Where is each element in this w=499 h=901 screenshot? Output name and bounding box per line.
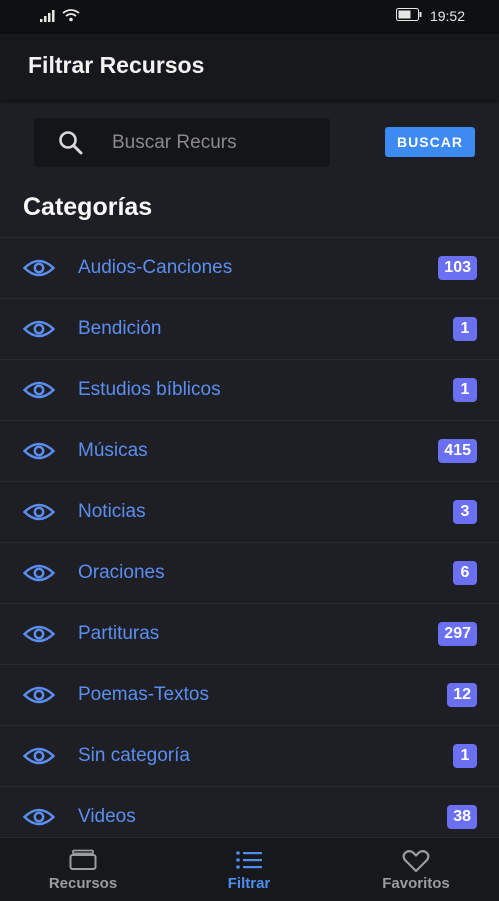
category-row[interactable]: Poemas-Textos 12 — [0, 664, 499, 725]
category-row[interactable]: Músicas 415 — [0, 420, 499, 481]
bottom-nav: Recursos Filtrar Favoritos — [0, 837, 499, 901]
count-badge: 1 — [453, 744, 477, 768]
nav-label: Filtrar — [227, 875, 271, 892]
app-bar: Filtrar Recursos — [0, 34, 499, 100]
eye-icon[interactable] — [22, 807, 56, 832]
category-row[interactable]: Estudios bíblicos 1 — [0, 359, 499, 420]
eye-icon[interactable] — [22, 380, 56, 405]
eye-icon[interactable] — [22, 563, 56, 588]
category-label[interactable]: Oraciones — [78, 562, 165, 584]
eye-icon[interactable] — [22, 746, 56, 771]
eye-icon[interactable] — [22, 319, 56, 344]
wifi-icon — [62, 9, 80, 25]
category-label[interactable]: Audios-Canciones — [78, 257, 232, 279]
status-bar: 19:52 — [0, 0, 499, 34]
count-badge: 1 — [453, 317, 477, 341]
search-button[interactable]: BUSCAR — [385, 127, 475, 157]
category-label[interactable]: Videos — [78, 806, 136, 828]
status-icons-left — [40, 9, 80, 25]
nav-item-recursos[interactable]: Recursos — [0, 838, 166, 901]
categories-title: Categorías — [23, 193, 153, 221]
list-icon — [235, 849, 263, 876]
category-list: Audios-Canciones 103 Bendición 1 Estudio… — [0, 237, 499, 847]
search-icon — [58, 130, 84, 161]
battery-icon — [395, 8, 422, 24]
signal-icon — [40, 9, 56, 25]
eye-icon[interactable] — [22, 258, 56, 283]
nav-item-filtrar[interactable]: Filtrar — [166, 838, 332, 901]
nav-label: Favoritos — [382, 875, 450, 892]
nav-item-favoritos[interactable]: Favoritos — [333, 838, 499, 901]
category-label[interactable]: Noticias — [78, 501, 146, 523]
eye-icon[interactable] — [22, 685, 56, 710]
count-badge: 38 — [447, 805, 477, 829]
category-row[interactable]: Audios-Canciones 103 — [0, 237, 499, 298]
category-row[interactable]: Bendición 1 — [0, 298, 499, 359]
heart-icon — [402, 849, 430, 878]
category-label[interactable]: Bendición — [78, 318, 161, 340]
count-badge: 297 — [438, 622, 477, 646]
category-label[interactable]: Músicas — [78, 440, 148, 462]
nav-label: Recursos — [48, 875, 118, 892]
category-label[interactable]: Partituras — [78, 623, 159, 645]
count-badge: 1 — [453, 378, 477, 402]
category-row[interactable]: Oraciones 6 — [0, 542, 499, 603]
count-badge: 103 — [438, 256, 477, 280]
count-badge: 3 — [453, 500, 477, 524]
search-input[interactable] — [110, 127, 314, 159]
count-badge: 12 — [447, 683, 477, 707]
category-row[interactable]: Partituras 297 — [0, 603, 499, 664]
count-badge: 415 — [438, 439, 477, 463]
resources-icon — [69, 849, 97, 876]
category-label[interactable]: Sin categoría — [78, 745, 190, 767]
eye-icon[interactable] — [22, 624, 56, 649]
category-row[interactable]: Sin categoría 1 — [0, 725, 499, 786]
search-box[interactable] — [34, 118, 330, 167]
category-row[interactable]: Noticias 3 — [0, 481, 499, 542]
status-icons-right: 19:52 — [395, 8, 465, 24]
category-label[interactable]: Estudios bíblicos — [78, 379, 221, 401]
eye-icon[interactable] — [22, 441, 56, 466]
category-label[interactable]: Poemas-Textos — [78, 684, 209, 706]
count-badge: 6 — [453, 561, 477, 585]
page-title: Filtrar Recursos — [28, 52, 205, 78]
eye-icon[interactable] — [22, 502, 56, 527]
status-time: 19:52 — [429, 8, 465, 24]
